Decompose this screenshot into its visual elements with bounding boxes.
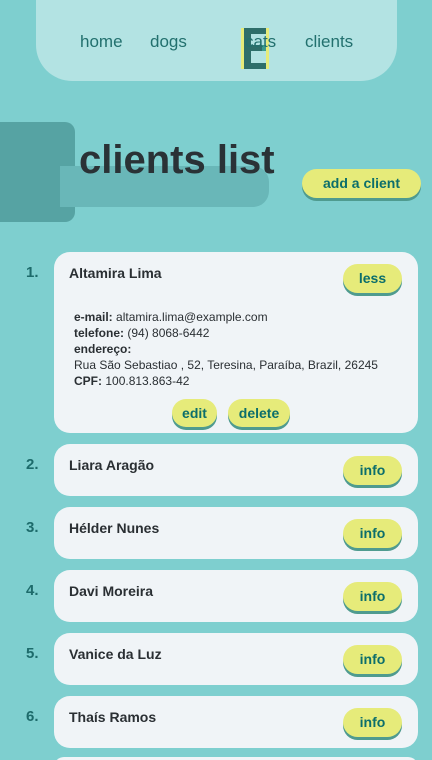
- top-nav: home dogs cats clients: [36, 0, 397, 81]
- client-number: 3.: [26, 519, 39, 536]
- client-number: 2.: [26, 456, 39, 473]
- nav-link-cats[interactable]: cats: [245, 33, 276, 50]
- info-button[interactable]: info: [343, 582, 402, 611]
- email-value: altamira.lima@example.com: [116, 310, 268, 324]
- client-name: Hélder Nunes: [69, 520, 160, 536]
- client-name: Altamira Lima: [69, 265, 162, 281]
- page: home dogs cats clients clients list add …: [0, 0, 432, 760]
- info-button[interactable]: info: [343, 708, 402, 737]
- client-name: Vanice da Luz: [69, 646, 162, 662]
- client-name: Liara Aragão: [69, 457, 155, 473]
- nav-link-dogs[interactable]: dogs: [150, 33, 187, 50]
- client-card: Thaís Ramos info: [54, 696, 418, 748]
- edit-button[interactable]: edit: [172, 399, 217, 427]
- cpf-value: 100.813.863-42: [105, 374, 190, 388]
- client-number: 4.: [26, 582, 39, 599]
- cpf-label: CPF:: [74, 374, 102, 388]
- nav-link-home[interactable]: home: [80, 33, 123, 50]
- phone-value: (94) 8068-6442: [127, 326, 210, 340]
- address-label: endereço:: [74, 342, 132, 356]
- address-value: Rua São Sebastiao , 52, Teresina, Paraíb…: [74, 358, 378, 372]
- client-name: Davi Moreira: [69, 583, 154, 599]
- client-details: e-mail: altamira.lima@example.com telefo…: [74, 309, 378, 389]
- client-card: Davi Moreira info: [54, 570, 418, 622]
- page-title: clients list: [79, 138, 275, 182]
- info-button[interactable]: info: [343, 519, 402, 548]
- info-button[interactable]: info: [343, 456, 402, 485]
- client-name: Thaís Ramos: [69, 709, 157, 725]
- client-number: 1.: [26, 264, 39, 281]
- client-card: Liara Aragão info: [54, 444, 418, 496]
- client-card: Altamira Lima less e-mail: altamira.lima…: [54, 252, 418, 433]
- phone-label: telefone:: [74, 326, 125, 340]
- client-number: 6.: [26, 708, 39, 725]
- nav-link-clients[interactable]: clients: [305, 33, 353, 50]
- add-client-button[interactable]: add a client: [302, 169, 421, 198]
- info-button[interactable]: info: [343, 645, 402, 674]
- delete-button[interactable]: delete: [228, 399, 290, 427]
- less-button[interactable]: less: [343, 264, 402, 293]
- client-card: Hélder Nunes info: [54, 507, 418, 559]
- client-number: 5.: [26, 645, 39, 662]
- email-label: e-mail:: [74, 310, 113, 324]
- client-card: Vanice da Luz info: [54, 633, 418, 685]
